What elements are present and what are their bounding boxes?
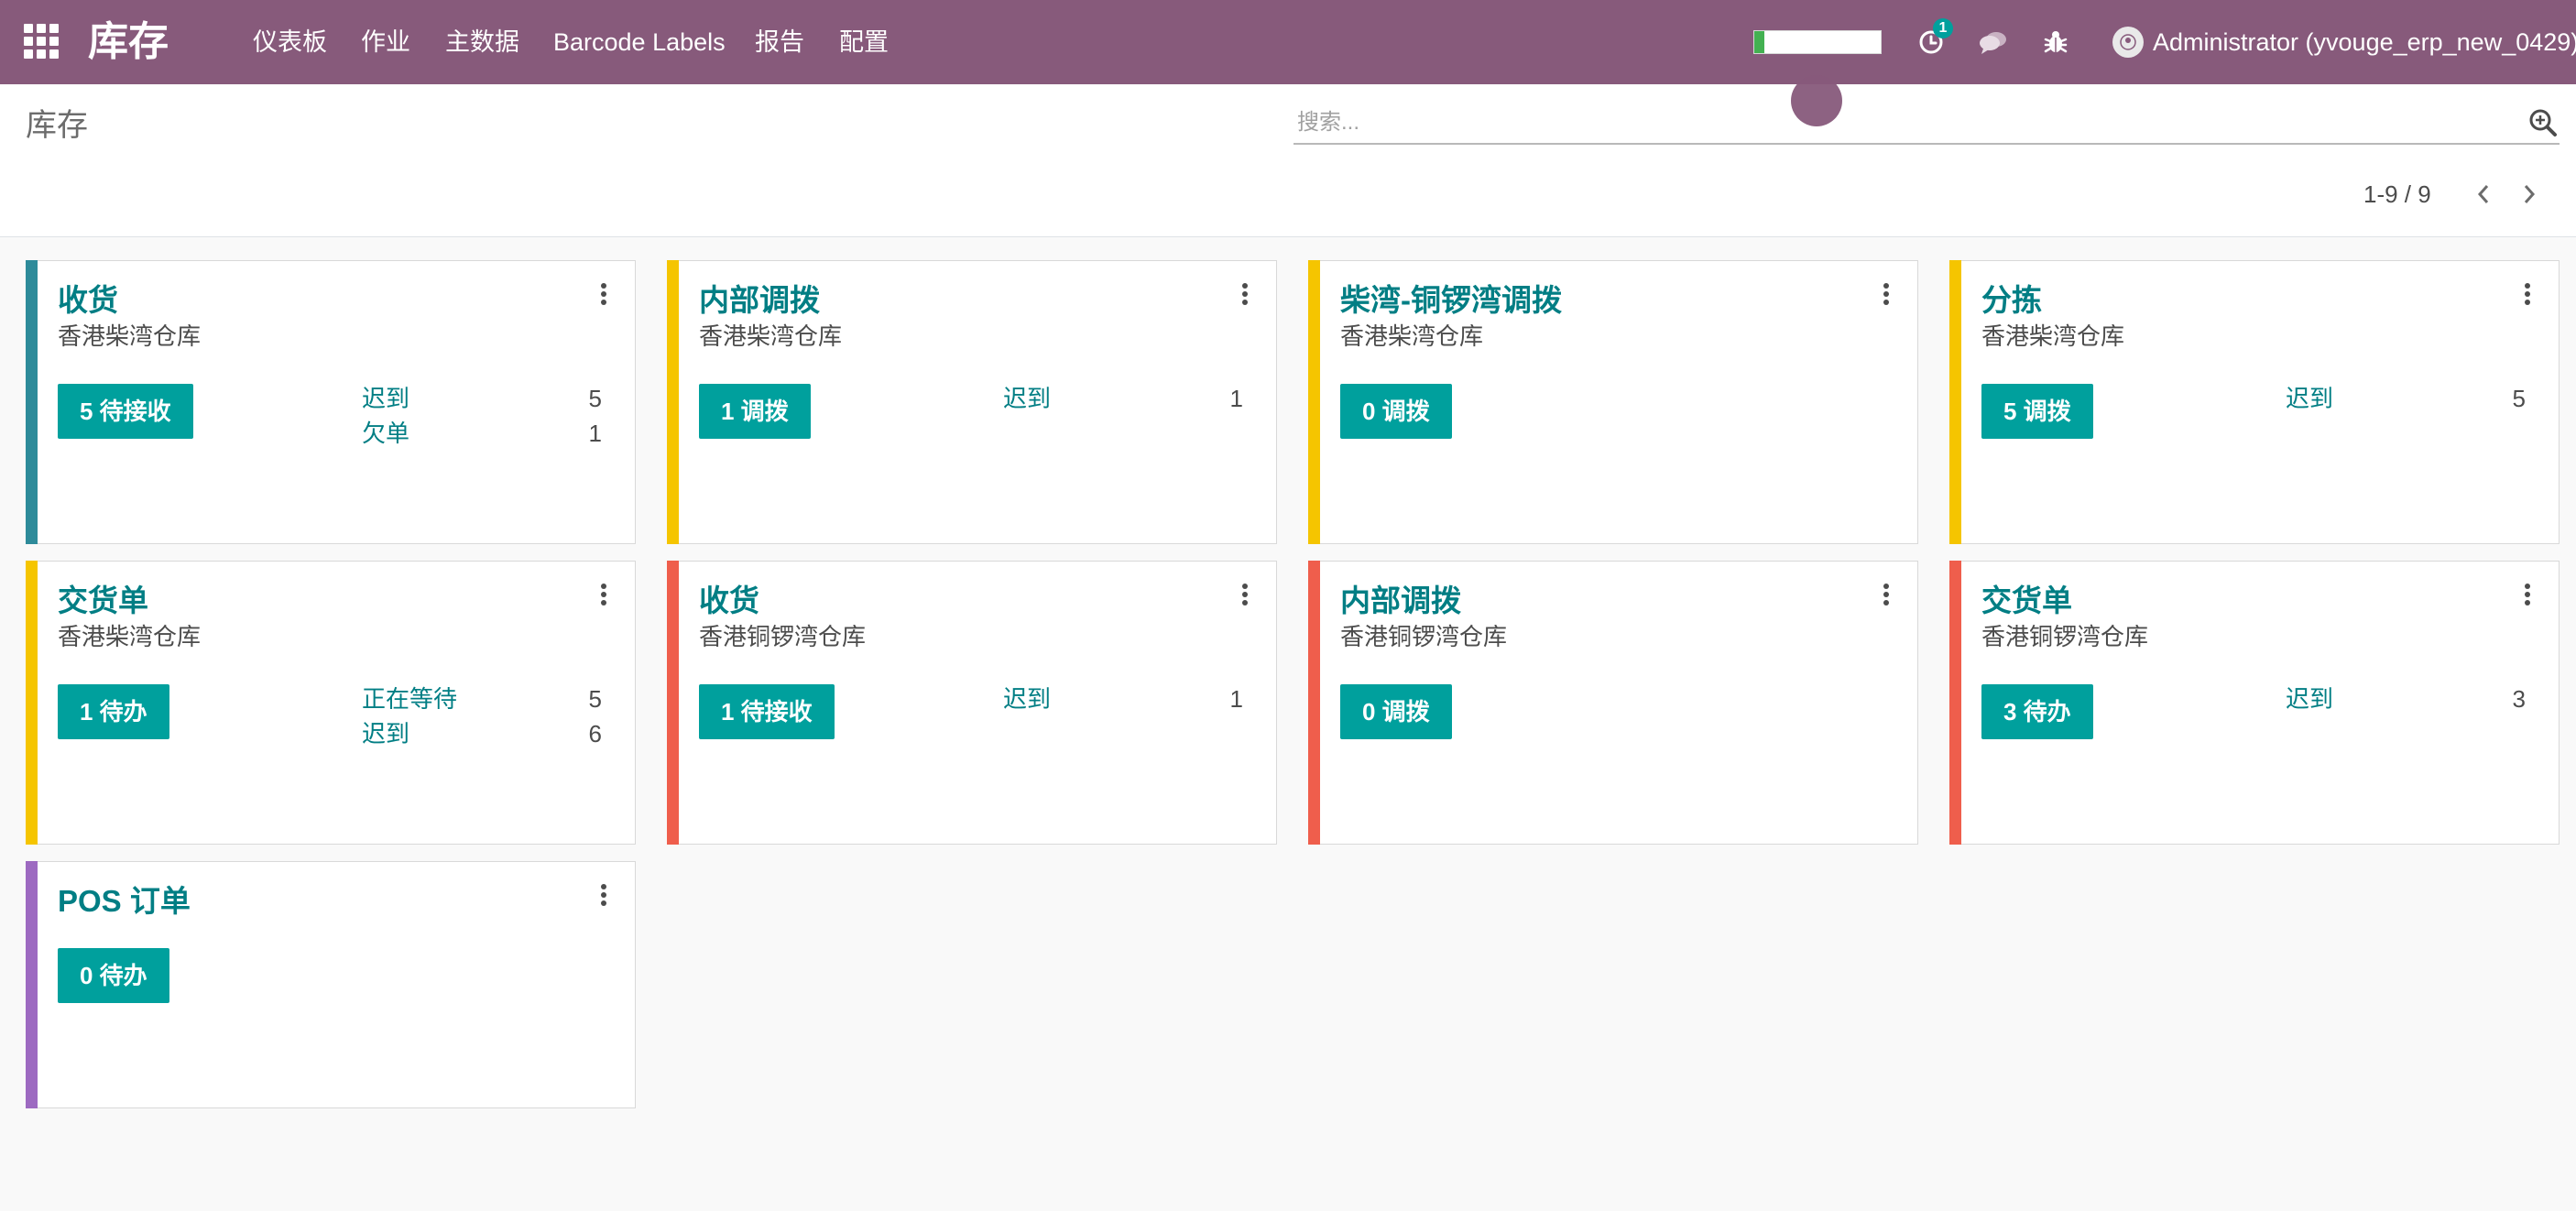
card-color-bar (26, 861, 38, 1108)
card-title[interactable]: 内部调拨 (1340, 580, 1461, 622)
search-input[interactable] (1295, 106, 2490, 139)
stat-late-count[interactable]: 1 (1230, 382, 1243, 415)
card-menu-dots-icon[interactable] (1879, 582, 1894, 613)
menu-master-data[interactable]: 主数据 (445, 26, 519, 59)
card-color-bar (26, 260, 38, 544)
kanban-card-delivery-orders[interactable]: 交货单 香港柴湾仓库 1 待办 正在等待 5 迟到 6 (26, 561, 636, 845)
card-color-bar (667, 561, 679, 845)
user-menu[interactable]: Administrator (yvouge_erp_new_0429) (2112, 24, 2576, 60)
menu-barcode-labels[interactable]: Barcode Labels (553, 26, 726, 59)
card-title[interactable]: 交货单 (58, 580, 148, 622)
kanban-card-picking[interactable]: 分拣 香港柴湾仓库 5 调拨 迟到 5 (1949, 260, 2560, 544)
card-color-bar (1949, 561, 1961, 845)
card-title[interactable]: 内部调拨 (699, 279, 820, 322)
card-action-button[interactable]: 1 待接收 (699, 684, 835, 739)
kanban-card-internal-transfer[interactable]: 内部调拨 香港铜锣湾仓库 0 调拨 (1308, 561, 1918, 845)
pager-previous-chevron-left-icon[interactable] (2470, 176, 2497, 213)
app-title[interactable]: 库存 (88, 15, 169, 70)
card-menu-dots-icon[interactable] (1238, 281, 1252, 312)
card-menu-dots-icon[interactable] (1879, 281, 1894, 312)
user-name: Administrator (yvouge_erp_new_0429) (2153, 27, 2576, 56)
card-title[interactable]: POS 订单 (58, 880, 191, 922)
menu-reporting[interactable]: 报告 (755, 26, 804, 59)
kanban-card-pos-orders[interactable]: POS 订单 0 待办 (26, 861, 636, 1108)
card-action-button[interactable]: 5 待接收 (58, 384, 193, 439)
card-subtitle: 香港柴湾仓库 (699, 322, 843, 350)
card-title[interactable]: 收货 (699, 580, 759, 622)
stat-backorder-count[interactable]: 1 (589, 417, 602, 450)
card-menu-dots-icon[interactable] (1238, 582, 1252, 613)
kanban-card-warehouse-transfer[interactable]: 柴湾-铜锣湾调拨 香港柴湾仓库 0 调拨 (1308, 260, 1918, 544)
menu-configuration[interactable]: 配置 (839, 26, 889, 59)
stat-late-link[interactable]: 迟到 (362, 717, 409, 750)
card-color-bar (667, 260, 679, 544)
card-color-bar (1308, 561, 1320, 845)
card-menu-dots-icon[interactable] (596, 882, 611, 913)
card-title[interactable]: 交货单 (1981, 580, 2072, 622)
card-subtitle: 香港柴湾仓库 (1981, 322, 2125, 350)
card-subtitle: 香港铜锣湾仓库 (699, 623, 867, 650)
kanban-card-internal-transfer[interactable]: 内部调拨 香港柴湾仓库 1 调拨 迟到 1 (667, 260, 1277, 544)
card-menu-dots-icon[interactable] (2520, 281, 2535, 312)
activity-badge: 1 (1933, 18, 1953, 38)
card-color-bar (26, 561, 38, 845)
card-title[interactable]: 分拣 (1981, 279, 2042, 322)
apps-menu-icon[interactable] (24, 24, 60, 60)
progress-fill (1754, 31, 1765, 53)
card-action-button[interactable]: 0 待办 (58, 948, 169, 1003)
search-bar (1293, 103, 2560, 145)
card-action-button[interactable]: 0 调拨 (1340, 384, 1452, 439)
stat-backorder-link[interactable]: 欠单 (362, 417, 409, 450)
stat-waiting-count[interactable]: 5 (589, 682, 602, 715)
kanban-card-receipts[interactable]: 收货 香港铜锣湾仓库 1 待接收 迟到 1 (667, 561, 1277, 845)
card-action-button[interactable]: 1 待办 (58, 684, 169, 739)
card-title[interactable]: 柴湾-铜锣湾调拨 (1340, 279, 1562, 322)
pager-value[interactable]: 1-9 / 9 (2363, 180, 2431, 209)
mouse-cursor-indicator (1791, 75, 1842, 126)
kanban-card-delivery-orders[interactable]: 交货单 香港铜锣湾仓库 3 待办 迟到 3 (1949, 561, 2560, 845)
card-subtitle: 香港柴湾仓库 (58, 322, 202, 350)
menu-operations[interactable]: 作业 (361, 26, 410, 59)
stat-waiting-link[interactable]: 正在等待 (362, 682, 457, 715)
card-title[interactable]: 收货 (58, 279, 118, 322)
stat-late-link[interactable]: 迟到 (2286, 682, 2333, 715)
card-action-button[interactable]: 5 调拨 (1981, 384, 2093, 439)
avatar (2112, 27, 2144, 58)
card-action-button[interactable]: 1 调拨 (699, 384, 811, 439)
stat-late-count[interactable]: 5 (589, 382, 602, 415)
debug-bug-icon[interactable] (2037, 24, 2074, 60)
card-subtitle: 香港柴湾仓库 (58, 623, 202, 650)
top-navbar: 库存 仪表板 作业 主数据 Barcode Labels 报告 配置 1 Adm… (0, 0, 2576, 84)
card-subtitle: 香港柴湾仓库 (1340, 322, 1484, 350)
stat-late-count[interactable]: 6 (589, 717, 602, 750)
menu-dashboard[interactable]: 仪表板 (253, 26, 327, 59)
card-subtitle: 香港铜锣湾仓库 (1981, 623, 2149, 650)
stat-late-count[interactable]: 3 (2513, 682, 2526, 715)
card-action-button[interactable]: 3 待办 (1981, 684, 2093, 739)
breadcrumb: 库存 (26, 108, 88, 143)
card-subtitle: 香港铜锣湾仓库 (1340, 623, 1508, 650)
search-icon[interactable] (2527, 106, 2560, 139)
card-color-bar (1949, 260, 1961, 544)
control-panel: 库存 1-9 / 9 (0, 84, 2576, 237)
stat-late-link[interactable]: 迟到 (1003, 382, 1051, 415)
card-action-button[interactable]: 0 调拨 (1340, 684, 1452, 739)
stat-late-count[interactable]: 1 (1230, 682, 1243, 715)
stat-late-link[interactable]: 迟到 (1003, 682, 1051, 715)
messaging-chat-icon[interactable] (1975, 24, 2012, 60)
progress-bar (1753, 30, 1882, 54)
stat-late-count[interactable]: 5 (2513, 382, 2526, 415)
card-menu-dots-icon[interactable] (596, 582, 611, 613)
kanban-card-receipts[interactable]: 收货 香港柴湾仓库 5 待接收 迟到 5 欠单 1 (26, 260, 636, 544)
card-menu-dots-icon[interactable] (596, 281, 611, 312)
pager-next-chevron-right-icon[interactable] (2516, 176, 2543, 213)
stat-late-link[interactable]: 迟到 (362, 382, 409, 415)
activity-clock-icon[interactable]: 1 (1913, 18, 1953, 60)
card-color-bar (1308, 260, 1320, 544)
stat-late-link[interactable]: 迟到 (2286, 382, 2333, 415)
card-menu-dots-icon[interactable] (2520, 582, 2535, 613)
pager: 1-9 / 9 (2363, 176, 2543, 213)
